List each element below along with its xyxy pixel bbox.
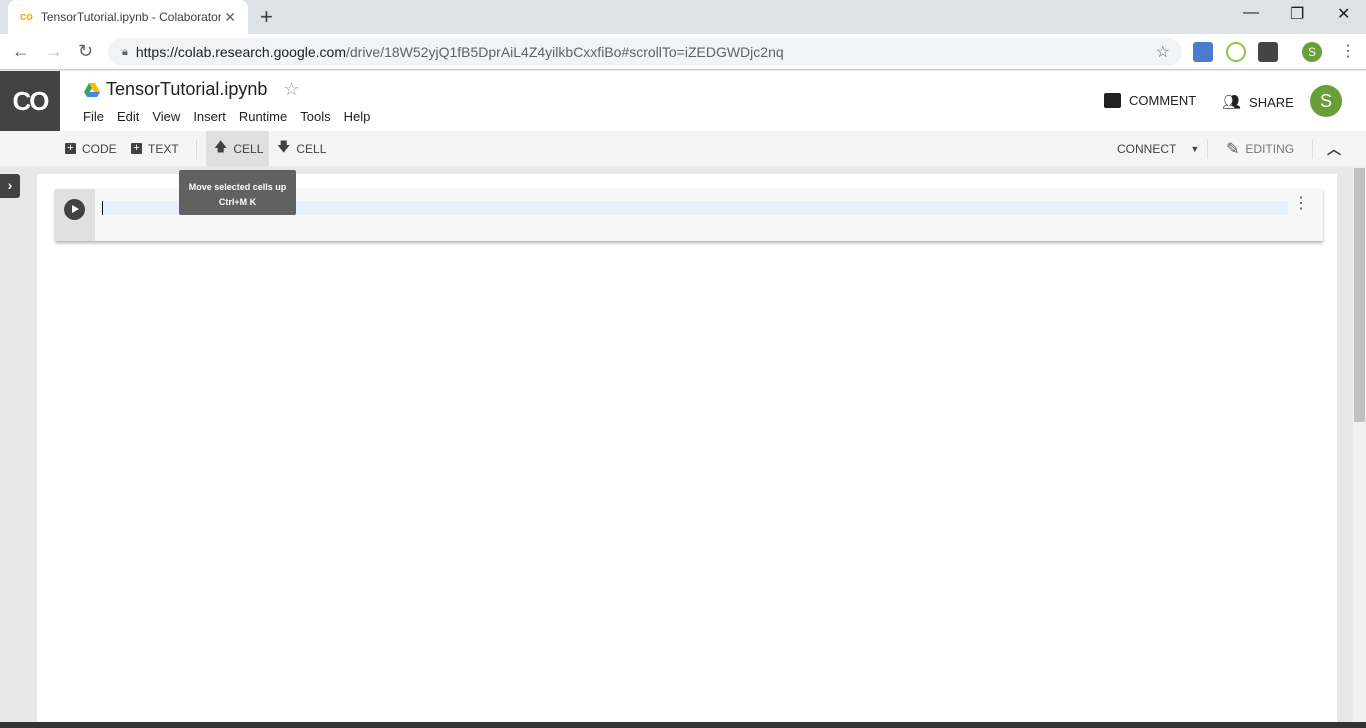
- extension-m-icon[interactable]: [1258, 42, 1278, 62]
- comment-icon: [1104, 93, 1121, 108]
- menu-view[interactable]: View: [152, 109, 180, 124]
- colab-logo[interactable]: CO: [0, 71, 60, 131]
- add-code-button[interactable]: + CODE: [65, 131, 117, 166]
- divider: [1207, 139, 1208, 159]
- scrollbar-thumb[interactable]: [1354, 168, 1365, 422]
- collapse-header-chevron-up-icon[interactable]: ︿: [1327, 131, 1341, 166]
- cell-more-options-icon[interactable]: ⋮: [1293, 196, 1309, 212]
- dropdown-arrow-icon: ▼: [1190, 143, 1200, 154]
- pencil-icon: ✎: [1226, 140, 1240, 158]
- user-avatar[interactable]: S: [1310, 85, 1342, 117]
- lock-icon: 🔒︎: [122, 45, 128, 58]
- arrow-down-icon: 🡇: [277, 138, 291, 154]
- move-cell-down-button[interactable]: 🡇 CELL: [277, 131, 326, 166]
- menu-insert[interactable]: Insert: [193, 109, 226, 124]
- browser-tab[interactable]: co TensorTutorial.ipynb - Colaboratory ✕: [8, 0, 248, 34]
- divider: [196, 139, 197, 159]
- menu-edit[interactable]: Edit: [117, 109, 139, 124]
- move-cell-up-button[interactable]: 🡅 CELL: [206, 131, 269, 166]
- back-icon[interactable]: ←: [12, 41, 30, 62]
- menu-file[interactable]: File: [83, 109, 104, 124]
- menu-help[interactable]: Help: [344, 109, 371, 124]
- browser-menu-icon[interactable]: ⋮: [1340, 41, 1356, 61]
- scrollbar[interactable]: [1353, 166, 1366, 728]
- arrow-up-icon: 🡅: [214, 138, 228, 154]
- notebook-toolbar: + CODE + TEXT 🡅 CELL 🡇 CELL CONNECT ▼ ✎ EDITIN…: [0, 131, 1366, 166]
- close-tab-icon[interactable]: ✕: [224, 9, 236, 26]
- expand-sidebar-chevron-right-icon[interactable]: ›: [0, 174, 20, 198]
- run-cell-play-icon[interactable]: [64, 199, 85, 220]
- new-tab-button[interactable]: +: [260, 4, 273, 30]
- menu-runtime[interactable]: Runtime: [239, 109, 287, 124]
- connect-button[interactable]: CONNECT ▼: [1117, 131, 1199, 166]
- menu-tools[interactable]: Tools: [300, 109, 330, 124]
- plus-icon: +: [65, 143, 76, 154]
- text-caret: [102, 201, 103, 215]
- bookmark-star-icon[interactable]: ☆: [1156, 42, 1170, 62]
- colab-favicon-icon: co: [20, 11, 33, 23]
- add-text-button[interactable]: + TEXT: [131, 131, 179, 166]
- profile-avatar[interactable]: S: [1302, 42, 1322, 62]
- menu-bar: File Edit View Insert Runtime Tools Help: [83, 109, 370, 124]
- star-icon[interactable]: ☆: [283, 79, 299, 100]
- divider: [1312, 139, 1313, 159]
- browser-tabstrip: co TensorTutorial.ipynb - Colaboratory ✕…: [0, 0, 1366, 34]
- minimize-icon[interactable]: —: [1243, 4, 1259, 22]
- editing-mode-button[interactable]: ✎ EDITING: [1226, 131, 1294, 166]
- tooltip: Move selected cells up Ctrl+M K: [179, 170, 296, 215]
- address-bar: ← → ↻ 🔒︎ https://colab.research.google.c…: [0, 34, 1366, 70]
- colab-header: CO TensorTutorial.ipynb ☆ File Edit View…: [0, 71, 1366, 131]
- notebook-title[interactable]: TensorTutorial.ipynb: [106, 79, 267, 100]
- forward-icon[interactable]: →: [45, 41, 63, 62]
- google-drive-icon: [84, 82, 100, 97]
- people-icon: 👥︎: [1222, 94, 1242, 111]
- comment-button[interactable]: COMMENT: [1104, 93, 1196, 108]
- extension-a-icon[interactable]: [1193, 42, 1213, 62]
- notebook-page: [37, 174, 1337, 728]
- close-window-icon[interactable]: ✕: [1337, 4, 1350, 24]
- cell-gutter: [55, 189, 95, 241]
- reload-icon[interactable]: ↻: [78, 41, 93, 62]
- restore-icon[interactable]: ❐: [1290, 4, 1304, 24]
- tab-title: TensorTutorial.ipynb - Colaboratory: [40, 10, 221, 24]
- share-button[interactable]: 👥︎ SHARE: [1222, 93, 1294, 111]
- extension-nodejs-icon[interactable]: [1226, 42, 1246, 62]
- url-input[interactable]: 🔒︎ https://colab.research.google.com/dri…: [108, 38, 1182, 66]
- taskbar-edge: [0, 722, 1366, 728]
- plus-icon: +: [131, 143, 142, 154]
